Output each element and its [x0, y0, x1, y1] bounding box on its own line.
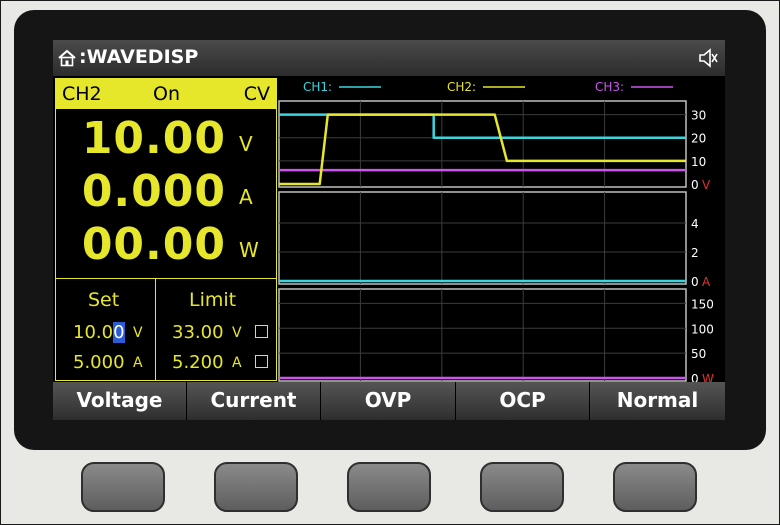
y-tick-label: 2 [691, 246, 699, 260]
limit-voltage-field[interactable]: 33.00 [172, 322, 224, 343]
plot-frame [278, 191, 687, 285]
hardware-button-1[interactable] [81, 462, 165, 512]
set-label: Set [88, 289, 120, 311]
home-icon[interactable] [57, 48, 77, 68]
y-tick-label: 30 [691, 109, 706, 123]
divider [155, 278, 156, 380]
current-softkey[interactable]: Current [187, 382, 321, 420]
ocp-softkey[interactable]: OCP [456, 382, 590, 420]
limit-current-unit: A [232, 355, 242, 371]
hardware-button-4[interactable] [480, 462, 564, 512]
waveform-trace [279, 113, 686, 139]
legend-label: CH1: [303, 80, 332, 94]
lcd-screen: :WAVEDISP CH2 On CV 10.00 V 0.000 A 00.0… [53, 40, 725, 420]
limit-current-field[interactable]: 5.200 [172, 352, 224, 373]
divider [56, 278, 276, 279]
voltage-softkey[interactable]: Voltage [53, 382, 187, 420]
power-reading-unit: W [239, 238, 259, 262]
channel-panel: CH2 On CV 10.00 V 0.000 A 00.00 W Set Li… [55, 78, 277, 381]
current-reading-unit: A [239, 185, 253, 209]
limit-label: Limit [189, 289, 237, 311]
speaker-mute-icon[interactable] [697, 47, 719, 69]
y-zero-label: 0 [691, 275, 699, 289]
hardware-button-2[interactable] [214, 462, 298, 512]
normal-softkey[interactable]: Normal [590, 382, 725, 420]
channel-header[interactable]: CH2 On CV [56, 79, 276, 109]
y-zero-label: 0 [691, 178, 699, 192]
waveform-display: CH1: CH2: CH3: 3020100 V420 A150100500 W [278, 80, 714, 382]
voltage-reading-unit: V [239, 132, 253, 156]
hardware-button-5[interactable] [613, 462, 697, 512]
legend-label: CH2: [447, 80, 476, 94]
softkey-bar: Voltage Current OVP OCP Normal [53, 382, 725, 420]
limit-voltage-unit: V [232, 325, 242, 341]
y-unit-label: V [702, 178, 711, 192]
y-unit-label: W [702, 372, 714, 382]
ovp-checkbox[interactable] [255, 325, 268, 338]
waveform-trace [279, 113, 686, 186]
y-tick-label: 100 [691, 322, 714, 336]
ocp-checkbox[interactable] [255, 355, 268, 368]
set-voltage-field[interactable]: 10.00 [73, 322, 125, 343]
legend-label: CH3: [595, 80, 624, 94]
set-voltage-unit: V [133, 325, 143, 341]
y-tick-label: 150 [691, 297, 714, 311]
edit-cursor-digit[interactable]: 0 [113, 322, 125, 343]
set-current-field[interactable]: 5.000 [73, 352, 125, 373]
channel-name: CH2 [62, 83, 102, 105]
current-reading: 0.000 [81, 166, 226, 217]
title-bar: :WAVEDISP [53, 40, 725, 76]
y-tick-label: 4 [691, 217, 699, 231]
voltage-reading: 10.00 [81, 113, 226, 164]
y-tick-label: 10 [691, 155, 706, 169]
y-tick-label: 20 [691, 132, 706, 146]
power-reading: 00.00 [81, 219, 226, 270]
screen-title: :WAVEDISP [79, 46, 199, 68]
y-tick-label: 50 [691, 347, 706, 361]
set-current-unit: A [133, 355, 143, 371]
hardware-button-3[interactable] [347, 462, 431, 512]
regulation-mode: CV [243, 83, 270, 105]
plot-frame [278, 288, 687, 382]
ovp-softkey[interactable]: OVP [321, 382, 456, 420]
output-state: On [153, 83, 180, 105]
set-voltage-digits: 10.0 [73, 322, 114, 343]
y-unit-label: A [702, 275, 711, 289]
y-zero-label: 0 [691, 372, 699, 382]
